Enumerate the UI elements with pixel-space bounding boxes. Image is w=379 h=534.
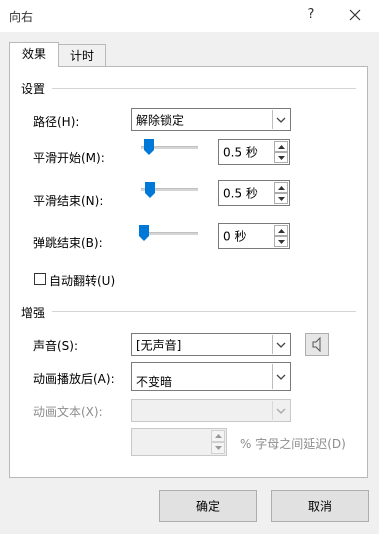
path-label: 路径(H): [33, 115, 80, 129]
bounce-end-up-button[interactable] [274, 225, 288, 236]
cancel-button[interactable]: 取消 [271, 490, 369, 522]
after-animation-value: 不变暗 [136, 375, 173, 389]
bounce-end-down-button[interactable] [274, 236, 288, 247]
title-bar [0, 0, 379, 32]
letter-delay-label: % 字母之间延迟(D) [240, 437, 346, 451]
settings-group-label: 设置 [21, 80, 46, 97]
chevron-down-icon [272, 401, 289, 420]
window-title: 向右 [9, 10, 34, 24]
bounce-end-spinner[interactable]: 0 秒 [218, 223, 290, 249]
after-animation-dropdown[interactable]: 不变暗 [131, 362, 291, 391]
smooth-start-label: 平滑开始(M): [33, 151, 105, 165]
sound-value: [无声音] [136, 338, 182, 352]
bounce-end-slider-track [141, 232, 198, 235]
letter-delay-spinner[interactable] [131, 428, 227, 456]
cancel-button-label: 取消 [307, 499, 332, 514]
enhancements-group-label: 增强 [21, 304, 46, 321]
smooth-start-slider-thumb[interactable] [144, 139, 154, 155]
smooth-end-slider-thumb[interactable] [145, 182, 155, 198]
ok-button-label: 确定 [195, 499, 220, 514]
help-button[interactable]: ? [300, 4, 322, 26]
chevron-down-icon [272, 110, 289, 129]
bounce-end-label: 弹跳结束(B): [33, 236, 103, 250]
enhancements-divider [52, 311, 356, 312]
bounce-end-slider-thumb[interactable] [139, 225, 149, 241]
auto-reverse-label[interactable]: 自动翻转(U) [49, 272, 115, 289]
chevron-down-icon [272, 335, 289, 354]
tab-effect[interactable]: 效果 [9, 42, 59, 67]
settings-divider [52, 88, 356, 89]
animate-text-label: 动画文本(X): [33, 405, 103, 419]
path-dropdown[interactable]: 解除锁定 [131, 108, 291, 131]
smooth-end-spinner[interactable]: 0.5 秒 [218, 180, 290, 206]
smooth-start-spinner[interactable]: 0.5 秒 [218, 139, 290, 165]
letter-delay-down-button[interactable] [211, 442, 225, 454]
smooth-start-up-button[interactable] [274, 141, 288, 152]
sound-volume-button[interactable] [305, 333, 329, 356]
smooth-end-value: 0.5 秒 [223, 186, 258, 201]
sound-dropdown[interactable]: [无声音] [131, 333, 291, 356]
speaker-icon [312, 336, 321, 353]
auto-reverse-checkbox[interactable] [34, 273, 46, 285]
path-value: 解除锁定 [136, 113, 185, 127]
bounce-end-value: 0 秒 [223, 229, 247, 244]
smooth-end-down-button[interactable] [274, 193, 288, 204]
after-animation-label: 动画播放后(A): [33, 372, 115, 386]
animate-text-dropdown[interactable] [131, 399, 291, 422]
ok-button[interactable]: 确定 [159, 490, 257, 522]
letter-delay-up-button[interactable] [211, 430, 225, 442]
smooth-start-down-button[interactable] [274, 152, 288, 163]
smooth-end-label: 平滑结束(N): [33, 194, 104, 208]
sound-label: 声音(S): [33, 339, 79, 353]
close-button[interactable] [344, 4, 366, 26]
chevron-down-icon [272, 364, 289, 389]
close-icon [349, 9, 361, 21]
smooth-end-up-button[interactable] [274, 182, 288, 193]
tab-timing[interactable]: 计时 [58, 44, 106, 67]
smooth-start-value: 0.5 秒 [223, 145, 258, 160]
